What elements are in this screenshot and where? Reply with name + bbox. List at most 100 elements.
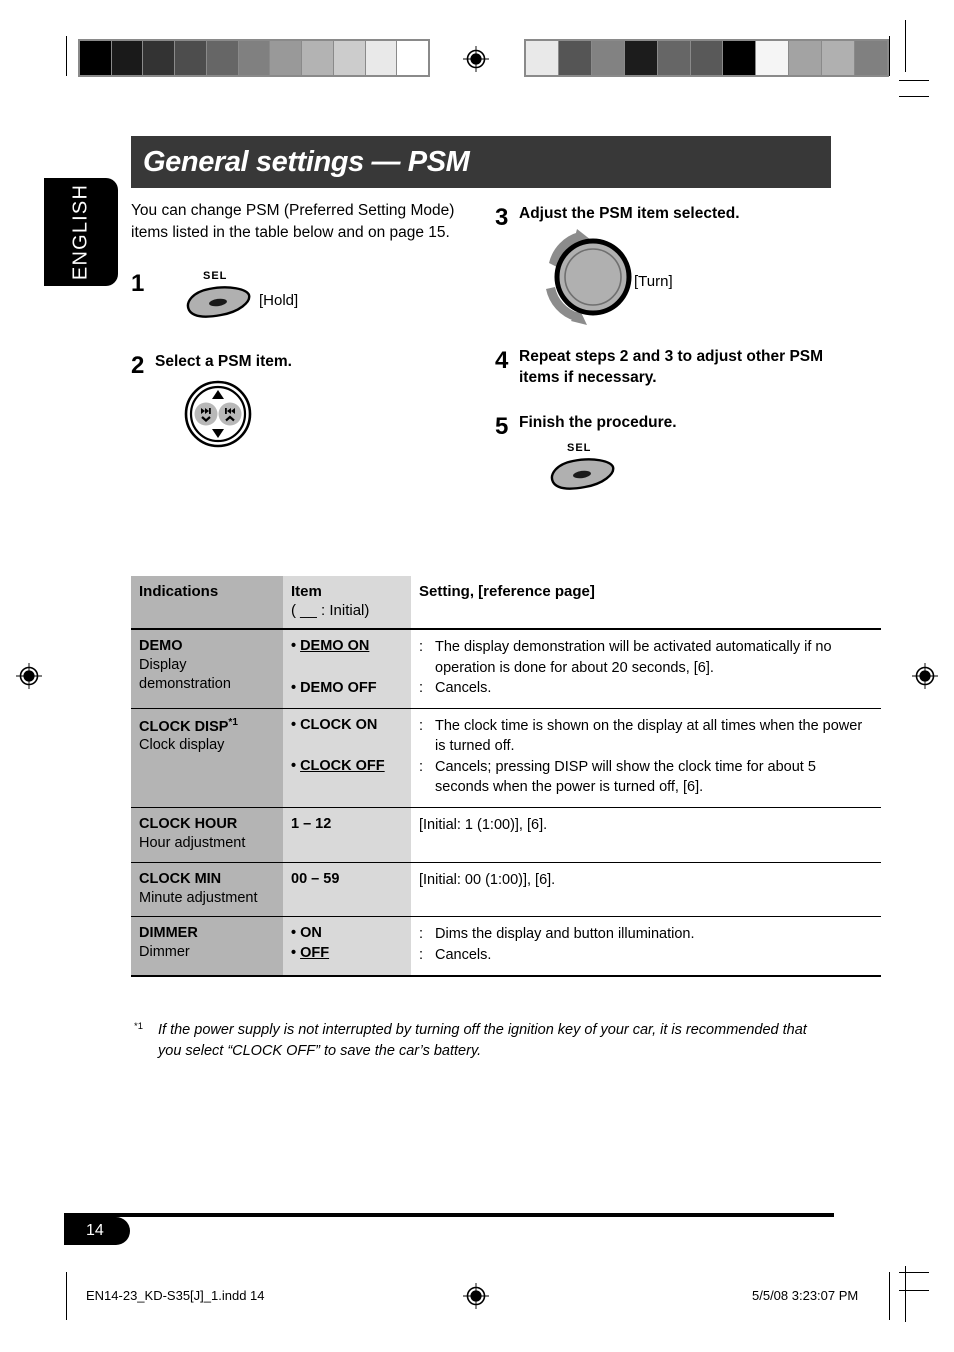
item-option: • DEMO ON	[291, 637, 403, 657]
header-indications-label: Indications	[139, 583, 219, 600]
bullet-icon: •	[291, 758, 297, 775]
indication-name: CLOCK DISP*1	[139, 716, 238, 735]
color-swatch	[143, 41, 176, 75]
color-swatch	[723, 41, 757, 75]
bullet-icon: •	[291, 944, 297, 961]
setting-text: The clock time is shown on the display a…	[435, 717, 863, 755]
item-option: • DEMO OFF	[291, 679, 403, 699]
setting-line: : Dims the display and button illuminatio…	[419, 924, 873, 945]
header-setting: Setting, [reference page]	[411, 576, 881, 630]
color-swatch	[690, 41, 724, 75]
step-3-illustration: [Turn]	[519, 228, 840, 329]
header-item: Item ( __ : Initial)	[283, 576, 411, 630]
indication-description: demonstration	[139, 675, 231, 692]
item-option: • CLOCK OFF	[291, 757, 403, 777]
indication-description: Display	[139, 656, 187, 673]
item-range: 1 – 12	[291, 816, 332, 833]
step-5-illustration: SEL	[519, 442, 840, 496]
color-swatch	[756, 41, 790, 75]
color-swatch	[657, 41, 691, 75]
item-range: 00 – 59	[291, 870, 340, 887]
color-swatch	[822, 41, 856, 75]
setting-colon: :	[419, 717, 424, 734]
setting-line: : Cancels.	[419, 945, 873, 966]
table-row: CLOCK DISP*1 Clock display • CLOCK ON • CLOCK…	[131, 708, 881, 809]
header-setting-label: Setting, [reference page]	[419, 583, 595, 600]
color-swatch	[855, 41, 887, 75]
crop-mark-right-h1	[899, 80, 929, 81]
bullet-icon: •	[291, 679, 297, 696]
footnote-text: If the power supply is not interrupted b…	[158, 1022, 807, 1060]
right-column: 3 Adjust the PSM item selected. [Turn] 4…	[495, 200, 840, 502]
color-swatch	[591, 41, 625, 75]
indication-name: CLOCK MIN	[139, 870, 222, 887]
page-number-badge: 14	[64, 1217, 130, 1245]
cell-setting: : The display demonstration will be activ…	[411, 629, 881, 709]
step-2-title: Select a PSM item.	[155, 353, 292, 370]
color-swatch	[526, 41, 559, 75]
page-title-banner: General settings — PSM	[131, 136, 831, 188]
indication-footnote-ref: *1	[228, 716, 238, 728]
setting-text: Dims the display and button illumination…	[435, 926, 695, 943]
step-5: 5 Finish the procedure. SEL	[495, 413, 840, 496]
registration-mark-bottom	[463, 1283, 489, 1309]
crop-mark-right-h2	[899, 96, 929, 97]
setting-line: : The display demonstration will be activ…	[419, 637, 873, 678]
step-4: 4 Repeat steps 2 and 3 to adjust other P…	[495, 347, 840, 389]
setting-text: Cancels.	[435, 680, 492, 697]
step-2-number: 2	[131, 352, 145, 379]
setting-text: [Initial: 1 (1:00)], [6].	[419, 817, 548, 834]
color-swatch	[206, 41, 239, 75]
color-swatch	[238, 41, 271, 75]
print-timestamp: 5/5/08 3:23:07 PM	[752, 1288, 859, 1303]
item-option-label: ON	[300, 925, 322, 942]
cell-item: • ON • OFF	[283, 916, 411, 977]
sel-button-icon	[186, 286, 251, 318]
setting-text: [Initial: 00 (1:00)], [6].	[419, 871, 556, 888]
table-header-row: Indications Item ( __ : Initial) Setting…	[131, 576, 881, 630]
print-file-name: EN14-23_KD-S35[J]_1.indd 14	[86, 1288, 265, 1303]
table-row: DIMMER Dimmer • ON • OFF: Dims the display and…	[131, 916, 881, 977]
left-column: You can change PSM (Preferred Setting Mo…	[131, 200, 486, 467]
setting-colon: :	[419, 947, 424, 963]
language-tab: ENGLISH	[44, 178, 118, 286]
crop-mark-bottom-h2	[899, 1290, 929, 1291]
registration-mark-left	[16, 663, 42, 689]
color-swatch	[80, 41, 112, 75]
color-swatch	[333, 41, 366, 75]
sel-button-icon	[550, 457, 615, 490]
crop-mark-bottom-left	[66, 1272, 67, 1320]
step-1-action-tag: [Hold]	[259, 292, 299, 309]
color-swatch	[789, 41, 823, 75]
step-5-title: Finish the procedure.	[519, 413, 677, 431]
color-swatch	[558, 41, 592, 75]
item-option-label: CLOCK OFF	[300, 758, 385, 775]
header-item-label: Item	[291, 583, 322, 600]
registration-mark-top	[463, 46, 489, 72]
page-number: 14	[86, 1222, 104, 1239]
cell-item: • DEMO ON • DEMO OFF	[283, 629, 411, 709]
color-swatch	[397, 41, 429, 75]
indication-name: DIMMER	[139, 925, 198, 942]
color-swatch	[365, 41, 398, 75]
navigation-pad-icon	[184, 380, 252, 448]
language-tab-label: ENGLISH	[69, 183, 92, 281]
item-option-label: DEMO ON	[300, 638, 370, 654]
table-row: DEMO Display demonstration • DEMO ON • DEMO OF…	[131, 629, 881, 709]
cell-item: 1 – 12	[283, 807, 411, 863]
indication-description: Hour adjustment	[139, 834, 246, 851]
setting-text: Cancels.	[435, 947, 492, 963]
item-option-label: OFF	[300, 944, 330, 961]
color-swatch	[270, 41, 303, 75]
step-4-title: Repeat steps 2 and 3 to adjust other PSM…	[519, 347, 824, 386]
intro-paragraph: You can change PSM (Preferred Setting Mo…	[131, 202, 455, 241]
step-3: 3 Adjust the PSM item selected. [Turn]	[495, 204, 840, 329]
step-3-title: Adjust the PSM item selected.	[519, 205, 740, 222]
bullet-icon: •	[291, 716, 297, 733]
bullet-icon: •	[291, 925, 297, 942]
step-4-number: 4	[495, 346, 509, 374]
indication-description: Dimmer	[139, 944, 190, 961]
table-row: CLOCK MIN Minute adjustment 00 – 59 [Initia…	[131, 862, 881, 918]
sel-button-caption: SEL	[203, 270, 228, 282]
color-calibration-bar-left	[78, 39, 430, 77]
